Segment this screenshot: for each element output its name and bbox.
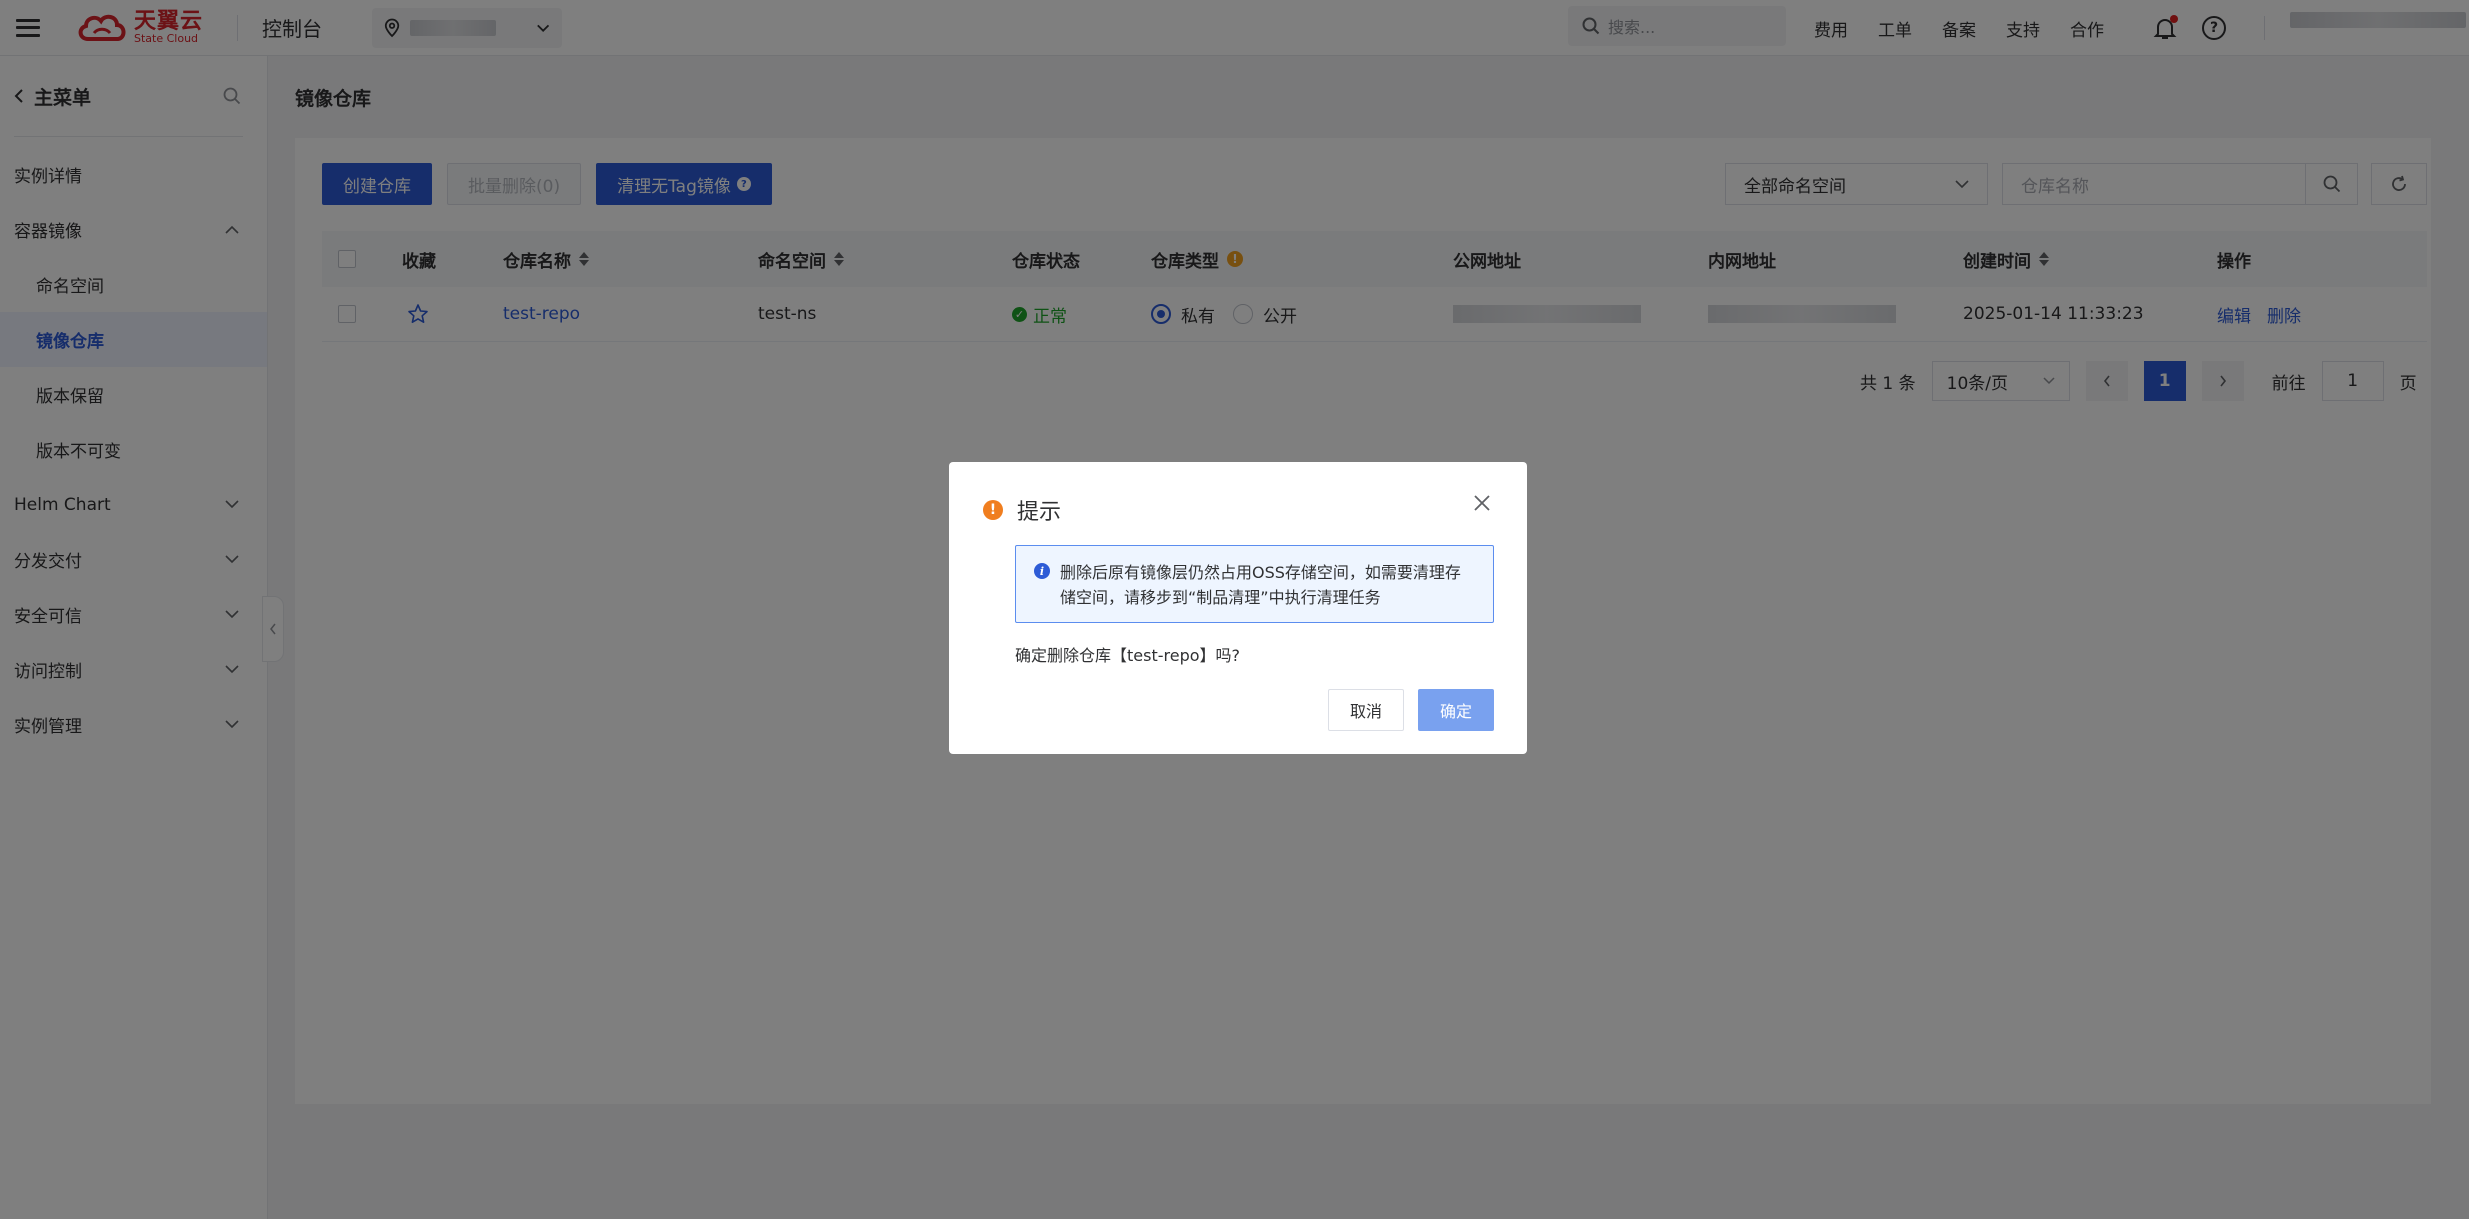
confirm-button[interactable]: 确定 [1418,689,1494,731]
dialog-info-alert: i 删除后原有镜像层仍然占用OSS存储空间，如需要清理存储空间，请移步到“制品清… [1015,545,1494,623]
warning-icon: ! [983,500,1003,520]
dialog-title: 提示 [1017,500,1062,525]
dialog-message: 确定删除仓库【test-repo】吗? [1015,646,1241,665]
close-icon[interactable] [1471,492,1493,514]
info-icon: i [1034,563,1050,579]
confirm-dialog: ! 提示 i 删除后原有镜像层仍然占用OSS存储空间，如需要清理存储空间，请移步… [949,462,1527,754]
dialog-info-text: 删除后原有镜像层仍然占用OSS存储空间，如需要清理存储空间，请移步到“制品清理”… [1060,563,1461,607]
cancel-button[interactable]: 取消 [1328,689,1404,731]
